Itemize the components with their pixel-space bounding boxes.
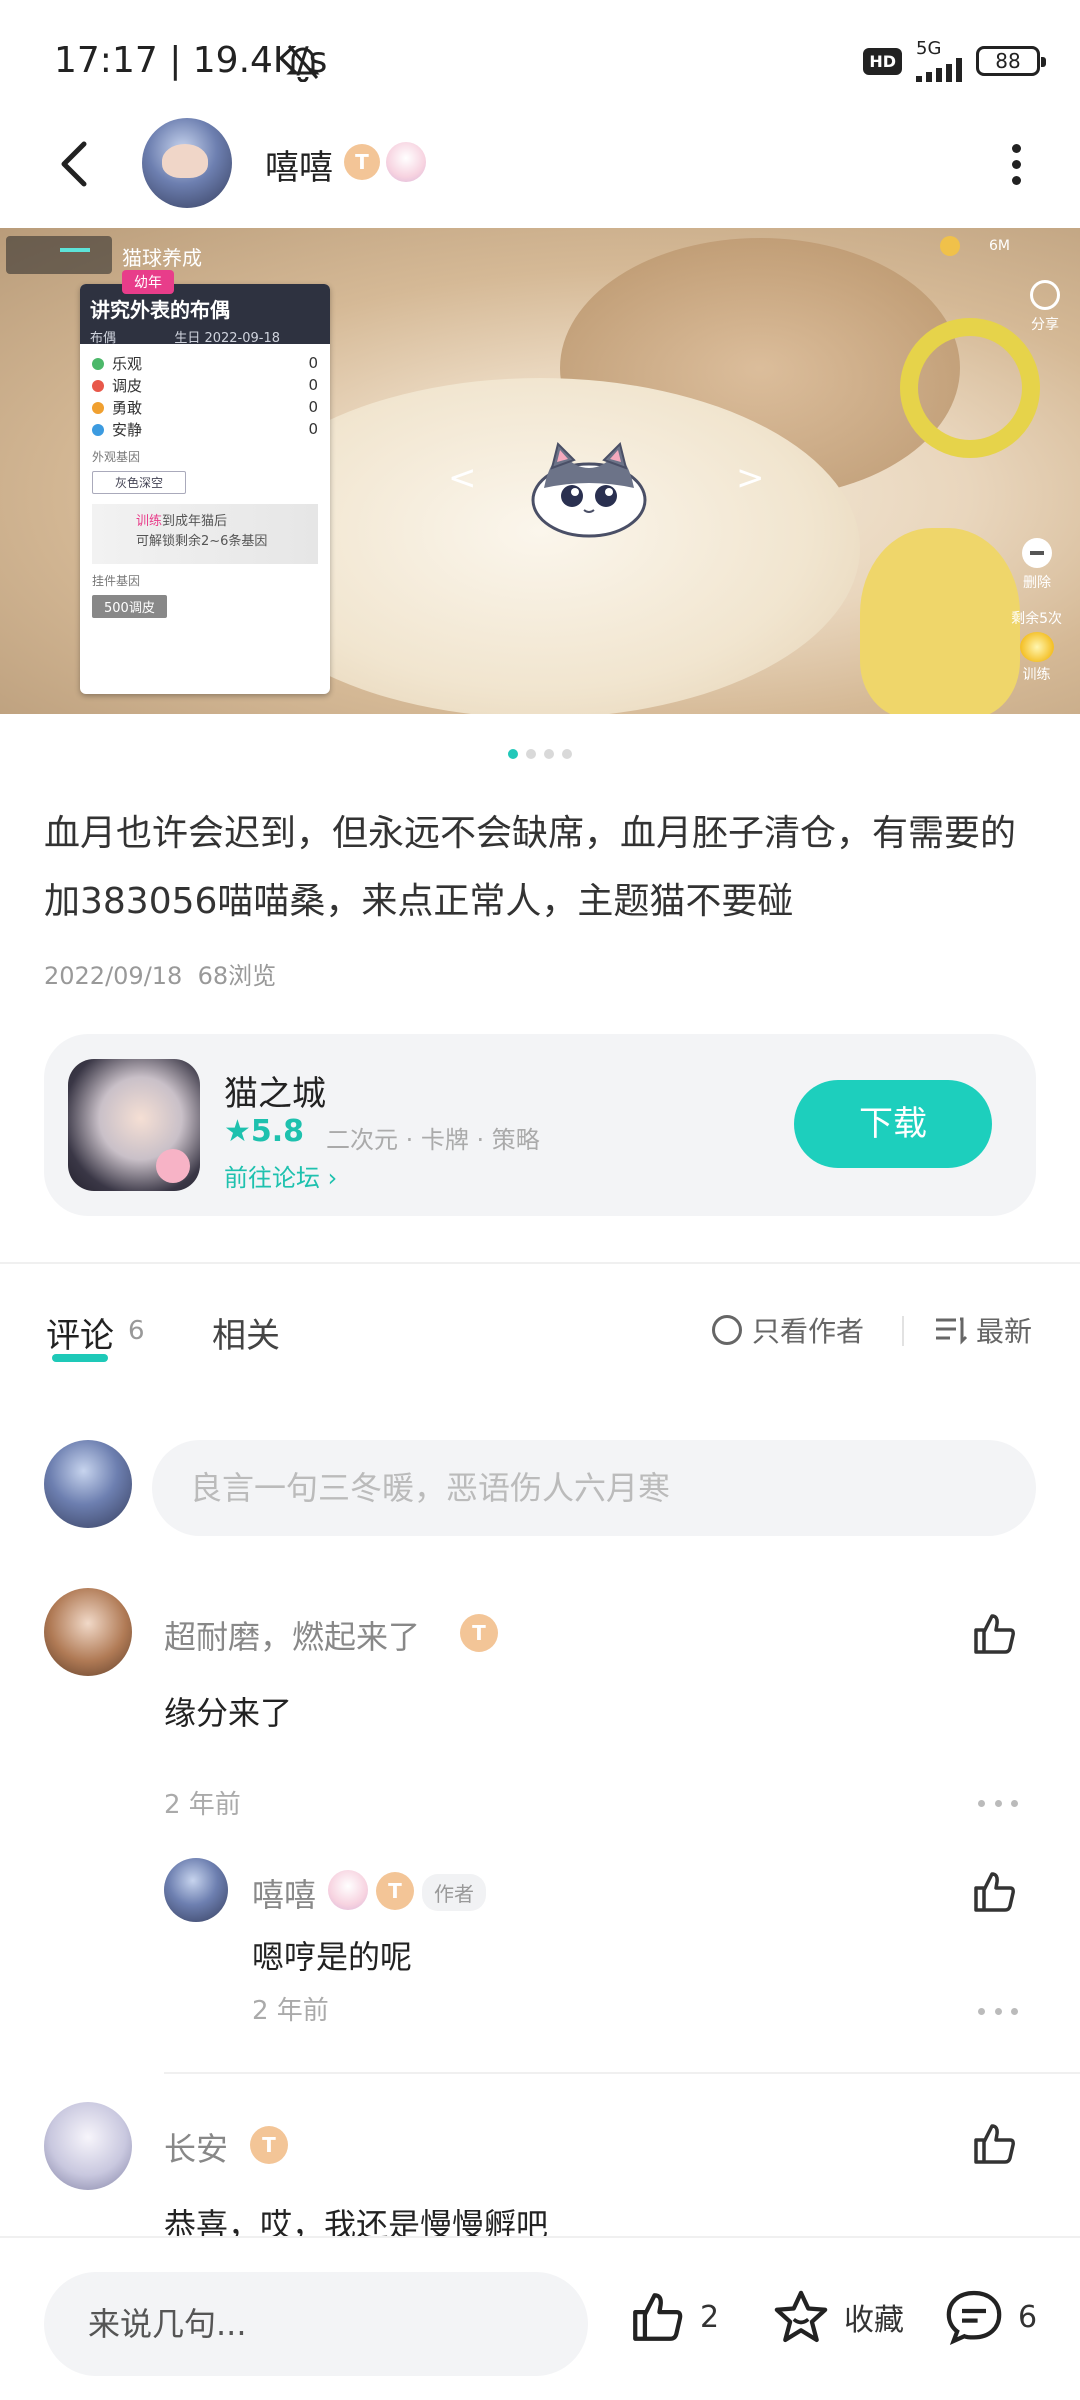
status-bar: 17:17 | 19.4K/s HD 5G 88	[0, 0, 1080, 120]
train-icon	[1019, 632, 1054, 662]
tab-divider	[902, 1316, 904, 1346]
trait-row: 勇敢 0	[92, 396, 318, 418]
game-back-button	[6, 236, 112, 274]
headphones-image	[900, 318, 1040, 458]
commenter-name[interactable]: 超耐磨，燃起来了	[164, 1612, 420, 1658]
comment-bubble-icon	[946, 2290, 1002, 2345]
reply-input[interactable]	[44, 2272, 588, 2376]
author-tag: 作者	[422, 1874, 486, 1911]
comments-button[interactable]: 6	[944, 2288, 1037, 2346]
level-badge: T	[376, 1872, 414, 1910]
game-back-arrow-icon	[60, 248, 90, 252]
share-action: 分享	[1030, 280, 1060, 334]
delete-action: 删除	[1022, 538, 1052, 592]
commenter-avatar[interactable]	[44, 1588, 132, 1676]
trait-list: 乐观 0 调皮 0 勇敢 0 安静 0	[80, 344, 330, 440]
comment-compose	[44, 1440, 1036, 1536]
like-icon[interactable]	[970, 2120, 1018, 2168]
app-card[interactable]: 猫之城 ★5.8 二次元 · 卡牌 · 策略 前往论坛 › 下载	[44, 1034, 1036, 1216]
more-horizontal-icon[interactable]	[978, 2008, 1018, 2018]
game-next-arrow: >	[736, 458, 765, 498]
carousel-indicator	[0, 744, 1080, 763]
sticker-badge-icon	[328, 1870, 368, 1910]
cat-info-panel: 幼年 讲究外表的布偶 布偶 生日 2022-09-18 乐观 0 调皮 0 勇敢 0 安…	[80, 270, 330, 694]
like-icon[interactable]	[970, 1868, 1018, 1916]
chevron-right-icon: ›	[327, 1164, 338, 1192]
reply-time: 2 年前	[252, 1996, 329, 2026]
my-avatar	[44, 1440, 132, 1528]
level-badge: T	[250, 2126, 288, 2164]
battery-icon: 88	[976, 46, 1046, 76]
stage-tag: 幼年	[122, 270, 174, 294]
more-vertical-icon[interactable]	[1012, 144, 1024, 185]
reply-divider	[164, 2072, 1080, 2074]
cat-ball-icon	[531, 442, 647, 538]
collect-button[interactable]: 收藏	[772, 2288, 904, 2346]
signal-icon: 5G	[916, 40, 962, 82]
cat-name: 讲究外表的布偶	[90, 298, 230, 322]
coin-icon	[940, 236, 960, 256]
game-title: 猫球养成	[122, 246, 202, 270]
train-action: 剩余5次 训练	[1011, 611, 1062, 683]
replier-name[interactable]: 嘻嘻	[252, 1870, 316, 1916]
author-avatar[interactable]	[142, 118, 232, 208]
sticker-badge-icon	[386, 142, 426, 182]
post-meta: 2022/09/18 68浏览	[44, 962, 277, 990]
forum-link[interactable]: 前往论坛 ›	[224, 1158, 337, 1193]
trait-row: 调皮 0	[92, 374, 318, 396]
commenter-avatar[interactable]	[44, 2102, 132, 2190]
share-icon	[1030, 280, 1060, 310]
image-carousel[interactable]: 猫球养成 6M 分享 删除 剩余5次 训练 < > 幼年 讲究外表的布偶 布偶生…	[0, 228, 1080, 714]
appearance-gene-section: 外观基因 灰色深空	[80, 440, 330, 494]
bottom-action-bar: 2 收藏 6	[0, 2236, 1080, 2400]
star-icon	[774, 2290, 828, 2343]
post-body: 血月也许会迟到，但永远不会缺席，血月胚子清仓，有需要的加383056喵喵桑，来点…	[44, 813, 1017, 922]
more-horizontal-icon[interactable]	[978, 1800, 1018, 1810]
tab-related[interactable]: 相关	[212, 1308, 280, 1357]
active-tab-indicator	[52, 1354, 108, 1362]
level-badge: T	[344, 144, 380, 180]
section-divider	[0, 1262, 1080, 1264]
post-header: 嘻嘻 T	[0, 110, 1080, 220]
download-button[interactable]: 下载	[794, 1080, 992, 1168]
comment-tabs: 评论 6 相关 只看作者 最新	[0, 1296, 1080, 1376]
comment-time: 2 年前	[164, 1790, 241, 1820]
app-name: 猫之城	[224, 1074, 326, 1114]
app-tags: 二次元 · 卡牌 · 策略	[326, 1126, 540, 1154]
sort-icon	[936, 1317, 968, 1345]
thumbs-up-icon	[633, 2293, 683, 2341]
only-author-toggle[interactable]: 只看作者	[712, 1310, 864, 1350]
back-arrow-icon[interactable]	[50, 134, 100, 194]
like-button[interactable]: 2	[628, 2288, 719, 2346]
sort-toggle[interactable]: 最新	[934, 1310, 1032, 1350]
mute-bell-icon	[286, 45, 320, 82]
commenter-name[interactable]: 长安	[164, 2124, 228, 2170]
app-icon[interactable]	[68, 1059, 200, 1191]
radio-circle-icon	[712, 1315, 742, 1345]
level-badge: T	[460, 1614, 498, 1652]
pendant-gene-section: 挂件基因 500调皮	[80, 564, 330, 618]
like-icon[interactable]	[970, 1610, 1018, 1658]
comment-text: 缘分来了	[164, 1694, 293, 1732]
tab-comments[interactable]: 评论	[46, 1308, 114, 1357]
replier-avatar[interactable]	[164, 1858, 228, 1922]
author-name[interactable]: 嘻嘻	[265, 140, 333, 189]
comment-count: 6	[128, 1316, 145, 1346]
comment-input[interactable]	[152, 1440, 1036, 1536]
status-right: HD 5G 88	[863, 40, 1046, 82]
locked-gene-hint: 训练到成年猫后 可解锁剩余2~6条基因	[92, 504, 318, 564]
reply-text: 嗯哼是的呢	[252, 1938, 413, 1976]
game-prev-arrow: <	[448, 458, 477, 498]
trait-row: 乐观 0	[92, 352, 318, 374]
trait-row: 安静 0	[92, 418, 318, 440]
yellow-plush-image	[860, 528, 1020, 714]
delete-icon	[1022, 538, 1052, 568]
hd-badge: HD	[863, 47, 902, 75]
app-rating: ★5.8	[224, 1114, 305, 1149]
size-label: 6M	[989, 238, 1010, 254]
